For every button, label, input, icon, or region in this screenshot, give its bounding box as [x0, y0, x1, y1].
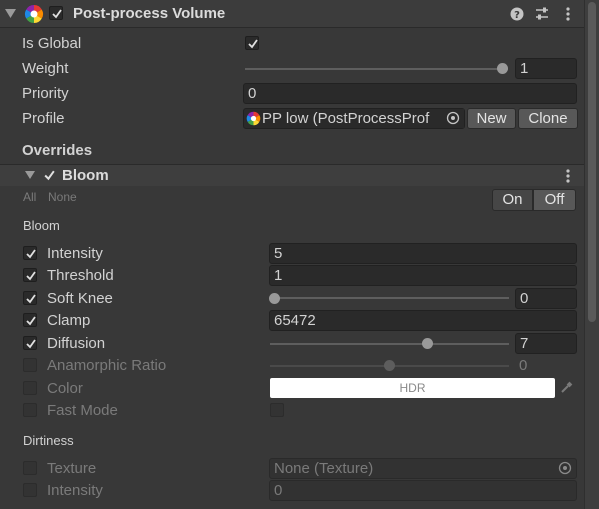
- dirtiness-section-label: Dirtiness: [23, 433, 74, 448]
- select-all-link[interactable]: All: [23, 188, 36, 206]
- clamp-label: Clamp: [47, 312, 91, 329]
- bloom-effect-title: Bloom: [62, 167, 109, 184]
- new-profile-button[interactable]: New: [467, 108, 516, 129]
- dirt-intensity-field: 0: [269, 480, 577, 501]
- texture-picker-icon: [558, 461, 572, 475]
- color-label: Color: [47, 380, 83, 397]
- fast-mode-label: Fast Mode: [47, 402, 118, 419]
- anamorphic-ratio-value: 0: [519, 357, 528, 374]
- toggle-on-button[interactable]: On: [492, 189, 533, 211]
- intensity-label: Intensity: [47, 245, 103, 262]
- diffusion-field[interactable]: 7: [515, 333, 577, 354]
- eyedropper-icon: [561, 381, 573, 393]
- is-global-label: Is Global: [22, 35, 82, 52]
- dirt-intensity-label: Intensity: [47, 482, 103, 499]
- context-menu-icon[interactable]: [565, 6, 571, 22]
- clamp-field[interactable]: 65472: [269, 310, 577, 331]
- diffusion-slider-thumb[interactable]: [422, 338, 433, 349]
- checkmark-icon: [248, 39, 258, 49]
- checkmark-icon: [26, 294, 36, 304]
- bloom-section-label: Bloom: [23, 218, 60, 233]
- component-title: Post-process Volume: [73, 5, 226, 22]
- profile-field[interactable]: PP low (PostProcessProf: [243, 108, 465, 129]
- profile-asset-icon: [246, 111, 261, 126]
- threshold-label: Threshold: [47, 267, 114, 284]
- hdr-label: HDR: [399, 381, 426, 395]
- weight-field[interactable]: 1: [515, 58, 577, 79]
- profile-value: PP low (PostProcessProf: [262, 110, 430, 127]
- inspector-scrollbar[interactable]: [584, 0, 599, 509]
- anamorphic-ratio-label: Anamorphic Ratio: [47, 357, 167, 374]
- diffusion-slider-track[interactable]: [270, 343, 509, 345]
- post-process-volume-icon: [24, 4, 44, 24]
- help-icon[interactable]: ?: [510, 7, 524, 21]
- anamorphic-ratio-slider-thumb: [384, 360, 395, 371]
- fast-mode-override-checkbox[interactable]: [23, 403, 37, 417]
- svg-text:?: ?: [514, 10, 520, 21]
- texture-override-checkbox[interactable]: [23, 461, 37, 475]
- diffusion-label: Diffusion: [47, 335, 106, 352]
- select-none-link[interactable]: None: [48, 188, 77, 206]
- intensity-override-checkbox[interactable]: [23, 246, 37, 260]
- soft-knee-slider-thumb[interactable]: [269, 293, 280, 304]
- object-picker-icon[interactable]: [446, 111, 460, 125]
- weight-label: Weight: [22, 60, 69, 77]
- is-global-checkbox[interactable]: [245, 36, 259, 50]
- preset-sliders-icon[interactable]: [534, 6, 550, 22]
- color-override-checkbox[interactable]: [23, 381, 37, 395]
- priority-label: Priority: [22, 85, 69, 102]
- soft-knee-label: Soft Knee: [47, 290, 113, 307]
- soft-knee-slider-track[interactable]: [270, 297, 509, 299]
- component-enabled-checkbox[interactable]: [49, 6, 63, 20]
- clamp-override-checkbox[interactable]: [23, 313, 37, 327]
- dirt-intensity-override-checkbox[interactable]: [23, 483, 37, 497]
- checkmark-icon: [26, 339, 36, 349]
- weight-slider-thumb[interactable]: [497, 63, 508, 74]
- priority-field[interactable]: 0: [243, 83, 577, 104]
- bloom-enabled-checkmark-icon[interactable]: [43, 169, 56, 182]
- soft-knee-field[interactable]: 0: [515, 288, 577, 309]
- bloom-foldout-arrow-icon[interactable]: [25, 171, 35, 180]
- color-swatch: HDR: [270, 378, 555, 398]
- anamorphic-ratio-override-checkbox[interactable]: [23, 358, 37, 372]
- checkmark-icon: [52, 9, 62, 19]
- overrides-title: Overrides: [22, 142, 93, 159]
- profile-label: Profile: [22, 110, 65, 127]
- toggle-off-button[interactable]: Off: [533, 189, 576, 211]
- texture-field: None (Texture): [269, 458, 577, 479]
- foldout-arrow-icon[interactable]: [5, 9, 16, 19]
- intensity-field[interactable]: 5: [269, 243, 577, 264]
- soft-knee-override-checkbox[interactable]: [23, 291, 37, 305]
- checkmark-icon: [26, 316, 36, 326]
- scrollbar-thumb[interactable]: [588, 2, 596, 322]
- checkmark-icon: [26, 249, 36, 259]
- clone-profile-button[interactable]: Clone: [518, 108, 578, 129]
- fast-mode-value-checkbox: [270, 403, 284, 417]
- threshold-field[interactable]: 1: [269, 265, 577, 286]
- texture-label: Texture: [47, 460, 97, 477]
- checkmark-icon: [26, 271, 36, 281]
- diffusion-override-checkbox[interactable]: [23, 336, 37, 350]
- bloom-context-menu-icon[interactable]: [565, 168, 571, 184]
- weight-slider-track[interactable]: [245, 68, 508, 70]
- threshold-override-checkbox[interactable]: [23, 268, 37, 282]
